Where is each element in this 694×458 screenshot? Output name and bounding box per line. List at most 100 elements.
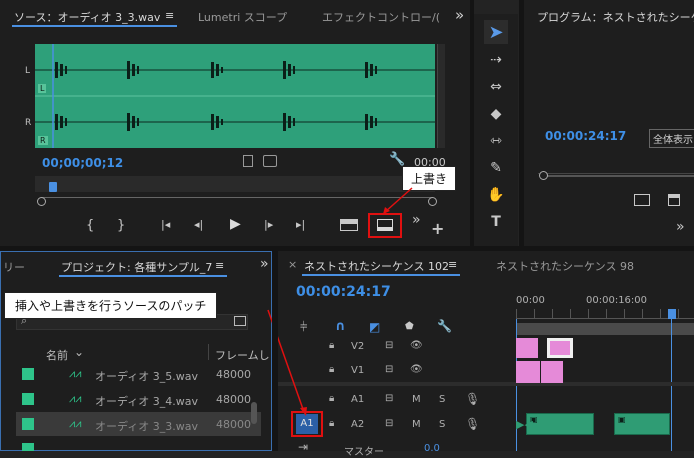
type-icon[interactable]: T bbox=[484, 211, 508, 233]
column-name[interactable]: 名前 bbox=[46, 347, 68, 363]
microphone-icon[interactable]: 🎙︎ bbox=[465, 417, 480, 431]
timeline-timecode[interactable]: 00:00:24:17 bbox=[296, 284, 391, 300]
chevron-down-icon[interactable]: ⌄ bbox=[74, 345, 84, 359]
source-timecode[interactable]: 00;00;00;12 bbox=[42, 156, 123, 170]
lift-icon[interactable] bbox=[634, 194, 650, 206]
linked-selection-icon[interactable]: ◩ bbox=[369, 320, 380, 334]
track-name-v2[interactable]: V2 bbox=[351, 341, 364, 352]
track-name-a1[interactable]: A1 bbox=[351, 394, 364, 405]
project-overflow-icon[interactable]: » bbox=[260, 256, 269, 272]
settings-icon[interactable] bbox=[243, 155, 253, 167]
ripple-edit-icon[interactable]: ⇔ bbox=[484, 76, 508, 98]
insert-button[interactable] bbox=[340, 219, 358, 231]
tab-source[interactable]: ソース：オーディオ 3_3.wav bbox=[14, 9, 160, 25]
source-waveform[interactable] bbox=[35, 44, 435, 148]
project-scrollbar[interactable] bbox=[251, 402, 257, 424]
go-to-in-icon[interactable]: |◂ bbox=[161, 218, 170, 231]
sync-lock-icon[interactable]: ⊟ bbox=[385, 340, 393, 351]
track-select-forward-icon[interactable]: ⇢ bbox=[484, 49, 508, 71]
program-timecode[interactable]: 00:00:24:17 bbox=[545, 129, 626, 143]
zoom-handle-right[interactable] bbox=[428, 197, 437, 206]
source-time-ruler[interactable] bbox=[35, 176, 435, 192]
track-name-a2[interactable]: A2 bbox=[351, 419, 364, 430]
extract-icon[interactable] bbox=[668, 194, 680, 206]
lock-icon[interactable]: 🔒︎ bbox=[329, 364, 334, 375]
lock-icon[interactable]: 🔒︎ bbox=[329, 340, 334, 351]
tab-project[interactable]: プロジェクト: 各種サンプル_7 bbox=[61, 259, 212, 275]
program-zoom-bar[interactable] bbox=[544, 175, 694, 177]
mute-button[interactable]: M bbox=[412, 419, 421, 430]
program-time-ruler[interactable] bbox=[538, 160, 694, 174]
ruler-label-16: 00:00:16:00 bbox=[586, 295, 648, 306]
item-name: オーディオ 3_4.wav bbox=[95, 395, 198, 408]
overwrite-button[interactable] bbox=[377, 219, 393, 231]
tab-lumetri-scopes[interactable]: Lumetri スコープ bbox=[198, 9, 287, 25]
video-clip-v1[interactable] bbox=[516, 361, 540, 383]
lock-icon[interactable]: 🔒︎ bbox=[329, 393, 334, 404]
project-panel-menu-icon[interactable]: ≡ bbox=[215, 259, 224, 272]
solo-button[interactable]: S bbox=[439, 394, 445, 405]
eye-icon[interactable]: 👁︎ bbox=[410, 340, 423, 351]
track-name-v1[interactable]: V1 bbox=[351, 365, 364, 376]
channel-marker-r: R bbox=[38, 136, 48, 145]
tab-library[interactable]: リー bbox=[3, 259, 25, 275]
video-clip-v1b[interactable] bbox=[541, 361, 563, 383]
project-list-item[interactable]: ⩘⩘ オーディオ 3_4.wav 48000 bbox=[16, 387, 261, 411]
mark-in-button[interactable]: { bbox=[86, 218, 94, 233]
razor-icon[interactable]: ◆ bbox=[484, 103, 508, 125]
clip-fx-icon: ▣ bbox=[618, 415, 626, 424]
audio-file-icon: ⩘⩘ bbox=[69, 367, 82, 380]
program-panel-title[interactable]: プログラム：ネストされたシーケン bbox=[537, 9, 694, 25]
add-marker-icon[interactable]: ⬟ bbox=[405, 321, 414, 332]
play-icon[interactable]: ▶ bbox=[230, 216, 241, 232]
new-bin-icon[interactable] bbox=[234, 316, 246, 326]
add-button[interactable]: + bbox=[431, 219, 444, 238]
wrench-icon[interactable]: 🔧 bbox=[389, 152, 405, 167]
step-forward-icon[interactable]: |▸ bbox=[264, 218, 273, 231]
panel-gutter bbox=[519, 0, 524, 246]
source-playhead[interactable] bbox=[49, 182, 57, 192]
slip-icon[interactable]: ⇿ bbox=[484, 130, 508, 152]
source-panel-menu-icon[interactable]: ≡ bbox=[165, 9, 174, 22]
export-frame-icon[interactable] bbox=[263, 155, 277, 167]
eye-icon[interactable]: 👁︎ bbox=[410, 364, 423, 375]
project-list-item[interactable]: ⩘⩘ オーディオ 3_5.wav 48000 bbox=[16, 362, 261, 386]
timeline-playhead[interactable] bbox=[668, 309, 676, 319]
tab-effect-controls[interactable]: エフェクトコントロー/( bbox=[322, 9, 440, 25]
selection-arrow-icon[interactable]: ➤ bbox=[484, 22, 508, 44]
item-name: オーディオ 3_5.wav bbox=[95, 370, 198, 383]
master-value[interactable]: 0.0 bbox=[424, 443, 440, 454]
project-list-item-selected[interactable]: ⩘⩘ オーディオ 3_3.wav 48000 bbox=[16, 412, 261, 436]
source-panel: ソース：オーディオ 3_3.wav ≡ Lumetri スコープ エフェクトコン… bbox=[0, 0, 470, 246]
step-back-icon[interactable]: ◂| bbox=[194, 218, 203, 231]
video-clip-v2-selected[interactable] bbox=[547, 338, 573, 358]
sync-lock-icon[interactable]: ⊟ bbox=[385, 393, 393, 404]
master-skip-icon[interactable]: ⇥ bbox=[298, 440, 308, 454]
source-overflow-icon[interactable]: » bbox=[455, 6, 464, 24]
audio-file-icon: ⩘⩘ bbox=[69, 417, 82, 430]
lock-icon[interactable]: 🔒︎ bbox=[329, 418, 334, 429]
mark-out-button[interactable]: } bbox=[117, 218, 125, 233]
zoom-handle-left[interactable] bbox=[37, 197, 46, 206]
timeline-menu-icon[interactable]: ≡ bbox=[448, 258, 457, 271]
solo-button[interactable]: S bbox=[439, 419, 445, 430]
project-list-item[interactable] bbox=[16, 437, 261, 451]
sync-lock-icon[interactable]: ⊟ bbox=[385, 364, 393, 375]
timeline-settings-icon[interactable]: 🔧 bbox=[437, 319, 452, 333]
mute-button[interactable]: M bbox=[412, 394, 421, 405]
tab-sequence-102[interactable]: ネストされたシーケンス 102 bbox=[304, 258, 449, 274]
fit-dropdown[interactable]: 全体表示 bbox=[649, 129, 694, 148]
snap-icon[interactable]: ∩ bbox=[335, 319, 346, 334]
go-to-out-icon[interactable]: ▸| bbox=[296, 218, 305, 231]
video-clip-v2[interactable] bbox=[516, 338, 538, 358]
microphone-icon[interactable]: 🎙︎ bbox=[465, 392, 480, 406]
sync-lock-icon[interactable]: ⊟ bbox=[385, 418, 393, 429]
hand-icon[interactable]: ✋ bbox=[484, 184, 508, 206]
tab-sequence-98[interactable]: ネストされたシーケンス 98 bbox=[496, 258, 634, 274]
pen-icon[interactable]: ✎ bbox=[484, 157, 508, 179]
program-add-button[interactable]: » bbox=[676, 219, 685, 235]
program-zoom-handle[interactable] bbox=[539, 171, 548, 180]
timeline-close-icon[interactable]: × bbox=[288, 258, 297, 271]
work-area-bar[interactable] bbox=[516, 323, 694, 335]
source-zoom-bar[interactable] bbox=[42, 197, 432, 205]
